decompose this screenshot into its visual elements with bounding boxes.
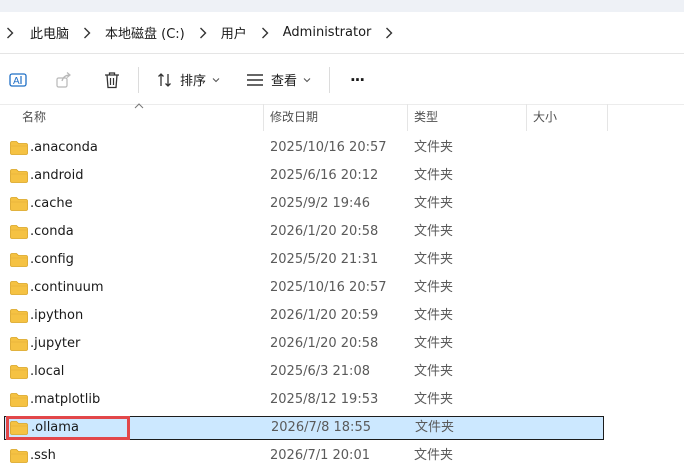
folder-icon xyxy=(10,337,28,351)
file-row[interactable]: .config 2025/5/20 21:31 文件夹 xyxy=(4,248,604,272)
file-modified-date: 2025/10/16 20:57 xyxy=(270,140,387,155)
column-header-type[interactable]: 类型 xyxy=(408,104,526,131)
file-name: .android xyxy=(30,168,84,183)
file-row[interactable]: .android 2025/6/16 20:12 文件夹 xyxy=(4,164,604,188)
file-row[interactable]: .anaconda 2025/10/16 20:57 文件夹 xyxy=(4,136,604,160)
file-type: 文件夹 xyxy=(414,224,454,239)
file-name: .continuum xyxy=(30,280,104,295)
file-name: .ssh xyxy=(30,448,56,463)
folder-icon xyxy=(10,281,28,295)
file-row[interactable]: .conda 2026/1/20 20:58 文件夹 xyxy=(4,220,604,244)
file-type: 文件夹 xyxy=(414,336,454,351)
file-row[interactable]: .continuum 2025/10/16 20:57 文件夹 xyxy=(4,276,604,300)
breadcrumb-item-administrator[interactable]: Administrator xyxy=(283,25,372,40)
file-modified-date: 2025/9/2 19:46 xyxy=(270,196,370,211)
column-header-name[interactable]: 名称 xyxy=(16,104,264,131)
file-type: 文件夹 xyxy=(414,140,454,155)
file-type: 文件夹 xyxy=(414,168,454,183)
chevron-right-icon[interactable] xyxy=(381,25,397,41)
view-list-icon xyxy=(247,73,264,86)
share-icon xyxy=(56,71,71,88)
file-name: .ipython xyxy=(30,308,84,323)
column-header-row: 名称 修改日期 类型 大小 xyxy=(0,103,684,131)
file-type: 文件夹 xyxy=(414,280,454,295)
view-label: 查看 xyxy=(271,74,298,89)
share-button[interactable] xyxy=(48,63,80,97)
breadcrumb: 此电脑 本地磁盘 (C:) 用户 Administrator xyxy=(0,12,684,54)
folder-icon xyxy=(10,365,28,379)
folder-icon xyxy=(10,197,28,211)
window-top-strip xyxy=(0,0,684,12)
file-row[interactable]: .local 2025/6/3 21:08 文件夹 xyxy=(4,360,604,384)
chevron-right-icon[interactable] xyxy=(2,25,18,41)
column-header-size[interactable]: 大小 xyxy=(527,104,607,131)
folder-icon xyxy=(10,393,28,407)
column-divider[interactable] xyxy=(607,104,608,131)
toolbar-divider xyxy=(138,66,139,93)
file-modified-date: 2026/7/8 18:55 xyxy=(271,420,371,435)
chevron-right-icon[interactable] xyxy=(195,25,211,41)
folder-icon xyxy=(10,225,28,239)
breadcrumb-item-users[interactable]: 用户 xyxy=(221,23,247,42)
file-name: .local xyxy=(30,364,65,379)
chevron-right-icon[interactable] xyxy=(257,25,273,41)
trash-icon xyxy=(105,71,119,88)
file-name: .matplotlib xyxy=(30,392,101,407)
file-type: 文件夹 xyxy=(414,196,454,211)
command-bar: A 排序 查看 ··· xyxy=(0,55,684,105)
sort-icon xyxy=(158,72,171,87)
file-name: .ollama xyxy=(31,420,79,435)
file-row[interactable]: .ipython 2026/1/20 20:59 文件夹 xyxy=(4,304,604,328)
file-type: 文件夹 xyxy=(414,308,454,323)
chevron-down-icon xyxy=(212,77,220,82)
delete-button[interactable] xyxy=(96,63,128,97)
file-type: 文件夹 xyxy=(414,392,454,407)
file-name: .conda xyxy=(30,224,74,239)
rename-button[interactable]: A xyxy=(0,63,36,97)
file-type: 文件夹 xyxy=(414,448,454,463)
file-row[interactable]: .matplotlib 2025/8/12 19:53 文件夹 xyxy=(4,388,604,412)
file-modified-date: 2026/7/1 20:01 xyxy=(270,448,370,463)
file-modified-date: 2026/1/20 20:59 xyxy=(270,308,379,323)
toolbar-divider xyxy=(329,66,331,93)
folder-icon xyxy=(10,421,28,435)
file-modified-date: 2025/6/16 20:12 xyxy=(270,168,379,183)
file-modified-date: 2025/8/12 19:53 xyxy=(270,392,379,407)
file-modified-date: 2026/1/20 20:58 xyxy=(270,336,379,351)
file-modified-date: 2025/5/20 21:31 xyxy=(270,252,379,267)
breadcrumb-item-local-disk[interactable]: 本地磁盘 (C:) xyxy=(105,23,185,42)
view-button[interactable]: 查看 xyxy=(240,63,317,97)
file-name: .anaconda xyxy=(30,140,98,155)
file-modified-date: 2025/6/3 21:08 xyxy=(270,364,370,379)
sort-label: 排序 xyxy=(180,74,207,89)
file-name: .config xyxy=(30,252,74,267)
file-modified-date: 2026/1/20 20:58 xyxy=(270,224,379,239)
file-row-selected[interactable]: .ollama 2026/7/8 18:55 文件夹 xyxy=(4,416,604,440)
rename-icon: A xyxy=(9,72,27,87)
file-name: .cache xyxy=(30,196,73,211)
file-type: 文件夹 xyxy=(415,420,455,435)
file-row[interactable]: .ssh 2026/7/1 20:01 文件夹 xyxy=(4,444,604,467)
more-options-button[interactable]: ··· xyxy=(342,63,372,97)
svg-text:A: A xyxy=(13,76,20,87)
folder-icon xyxy=(10,449,28,463)
file-row[interactable]: .cache 2025/9/2 19:46 文件夹 xyxy=(4,192,604,216)
breadcrumb-item-this-pc[interactable]: 此电脑 xyxy=(30,23,69,42)
file-row[interactable]: .jupyter 2026/1/20 20:58 文件夹 xyxy=(4,332,604,356)
file-name: .jupyter xyxy=(30,336,81,351)
file-type: 文件夹 xyxy=(414,252,454,267)
chevron-right-icon[interactable] xyxy=(79,25,95,41)
folder-icon xyxy=(10,309,28,323)
folder-icon xyxy=(10,169,28,183)
folder-icon xyxy=(10,253,28,267)
folder-icon xyxy=(10,141,28,155)
file-type: 文件夹 xyxy=(414,364,454,379)
file-modified-date: 2025/10/16 20:57 xyxy=(270,280,387,295)
column-header-modified[interactable]: 修改日期 xyxy=(264,104,408,131)
sort-button[interactable]: 排序 xyxy=(151,63,226,97)
chevron-down-icon xyxy=(303,77,311,82)
